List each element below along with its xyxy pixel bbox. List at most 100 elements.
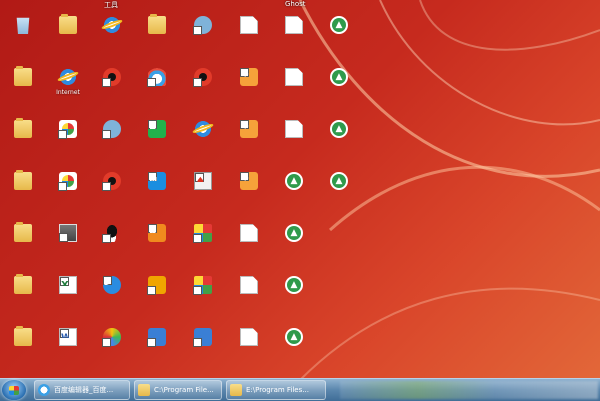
desktop: 工具 Ghost Internet <box>0 0 600 378</box>
desktop-icon[interactable] <box>45 272 91 318</box>
desktop-icon[interactable] <box>89 12 135 58</box>
app-icon <box>194 328 212 346</box>
desktop-icon[interactable] <box>180 220 226 266</box>
image-file-icon <box>59 224 77 242</box>
desktop-icon[interactable] <box>0 272 46 318</box>
desktop-icon[interactable] <box>180 12 226 58</box>
desktop-icon[interactable] <box>271 168 317 214</box>
desktop-icon[interactable] <box>0 12 46 58</box>
taskbar: 百度编辑器_百度... C:\Program File... E:\Progra… <box>0 378 600 401</box>
desktop-icon[interactable] <box>226 116 272 162</box>
desktop-icon[interactable] <box>45 324 91 370</box>
desktop-icon[interactable] <box>180 272 226 318</box>
desktop-icon[interactable] <box>45 12 91 58</box>
desktop-icon[interactable] <box>226 12 272 58</box>
audio-file-icon <box>240 68 258 86</box>
desktop-icon[interactable] <box>226 324 272 370</box>
taskbar-item-label: E:\Program Files... <box>246 386 309 394</box>
desktop-icon[interactable] <box>134 220 180 266</box>
audio-file-icon <box>240 120 258 138</box>
desktop-icon[interactable] <box>271 116 317 162</box>
desktop-icon[interactable] <box>134 272 180 318</box>
installer-icon <box>285 328 303 346</box>
desktop-icon[interactable] <box>0 64 46 110</box>
taskbar-item-folder-c[interactable]: C:\Program File... <box>134 380 222 400</box>
desktop-icon[interactable] <box>180 324 226 370</box>
app-icon <box>103 16 121 34</box>
desktop-icon[interactable] <box>226 64 272 110</box>
app-icon <box>148 172 166 190</box>
word-document-icon <box>59 328 77 346</box>
app-icon <box>103 120 121 138</box>
desktop-icon[interactable] <box>89 272 135 318</box>
folder-icon <box>14 66 32 86</box>
folder-icon <box>138 384 150 396</box>
desktop-icon[interactable] <box>0 220 46 266</box>
app-icon <box>103 68 121 86</box>
folder-icon <box>59 14 77 34</box>
app-icon <box>148 120 166 138</box>
app-icon <box>148 68 166 86</box>
desktop-icon[interactable] <box>134 324 180 370</box>
desktop-icon[interactable] <box>0 116 46 162</box>
desktop-icon[interactable]: Internet <box>45 64 91 110</box>
document-icon <box>285 120 303 138</box>
desktop-icon[interactable] <box>134 168 180 214</box>
internet-explorer-icon <box>59 68 77 86</box>
desktop-icon[interactable] <box>226 168 272 214</box>
desktop-icon[interactable] <box>0 168 46 214</box>
desktop-icon[interactable] <box>271 272 317 318</box>
desktop-icon[interactable] <box>45 116 91 162</box>
folder-icon <box>14 326 32 346</box>
desktop-icon[interactable] <box>89 64 135 110</box>
desktop-icon[interactable] <box>180 64 226 110</box>
taskbar-item-label: 百度编辑器_百度... <box>54 386 114 394</box>
desktop-label-tools: 工具 <box>104 1 118 9</box>
desktop-icon[interactable] <box>316 168 362 214</box>
desktop-icon[interactable] <box>271 220 317 266</box>
system-tray[interactable] <box>340 381 598 399</box>
installer-icon <box>285 172 303 190</box>
app-icon <box>194 16 212 34</box>
app-icon <box>194 68 212 86</box>
qq-icon <box>103 224 121 242</box>
desktop-icon[interactable] <box>226 220 272 266</box>
document-icon <box>285 68 303 86</box>
apk-icon <box>59 172 77 190</box>
desktop-icon[interactable] <box>271 12 317 58</box>
folder-icon <box>230 384 242 396</box>
taskbar-item-folder-e[interactable]: E:\Program Files... <box>226 380 326 400</box>
taskbar-item-editor[interactable]: 百度编辑器_百度... <box>34 380 130 400</box>
desktop-icon[interactable] <box>180 168 226 214</box>
desktop-icon[interactable] <box>180 116 226 162</box>
folder-icon <box>14 222 32 242</box>
document-icon <box>240 276 258 294</box>
audio-file-icon <box>240 172 258 190</box>
game-icon <box>194 172 212 190</box>
recycle-bin-icon <box>16 17 30 34</box>
desktop-icon[interactable] <box>45 168 91 214</box>
desktop-icon[interactable] <box>316 116 362 162</box>
desktop-icon[interactable] <box>271 64 317 110</box>
desktop-icon[interactable] <box>45 220 91 266</box>
desktop-icon-label: Internet <box>56 89 80 96</box>
desktop-icon[interactable] <box>89 220 135 266</box>
desktop-icon[interactable] <box>89 116 135 162</box>
start-button[interactable] <box>2 380 26 400</box>
desktop-icon[interactable] <box>89 324 135 370</box>
desktop-icon[interactable] <box>316 12 362 58</box>
app-icon <box>194 276 212 294</box>
desktop-icon[interactable] <box>134 64 180 110</box>
desktop-icon[interactable] <box>89 168 135 214</box>
app-icon <box>194 120 212 138</box>
installer-icon <box>330 172 348 190</box>
desktop-icon[interactable] <box>226 272 272 318</box>
desktop-icon[interactable] <box>134 12 180 58</box>
desktop-icon[interactable] <box>0 324 46 370</box>
document-icon <box>240 328 258 346</box>
folder-icon <box>148 14 166 34</box>
desktop-icon[interactable] <box>316 64 362 110</box>
desktop-icon[interactable] <box>271 324 317 370</box>
spreadsheet-icon <box>59 276 77 294</box>
desktop-icon[interactable] <box>134 116 180 162</box>
